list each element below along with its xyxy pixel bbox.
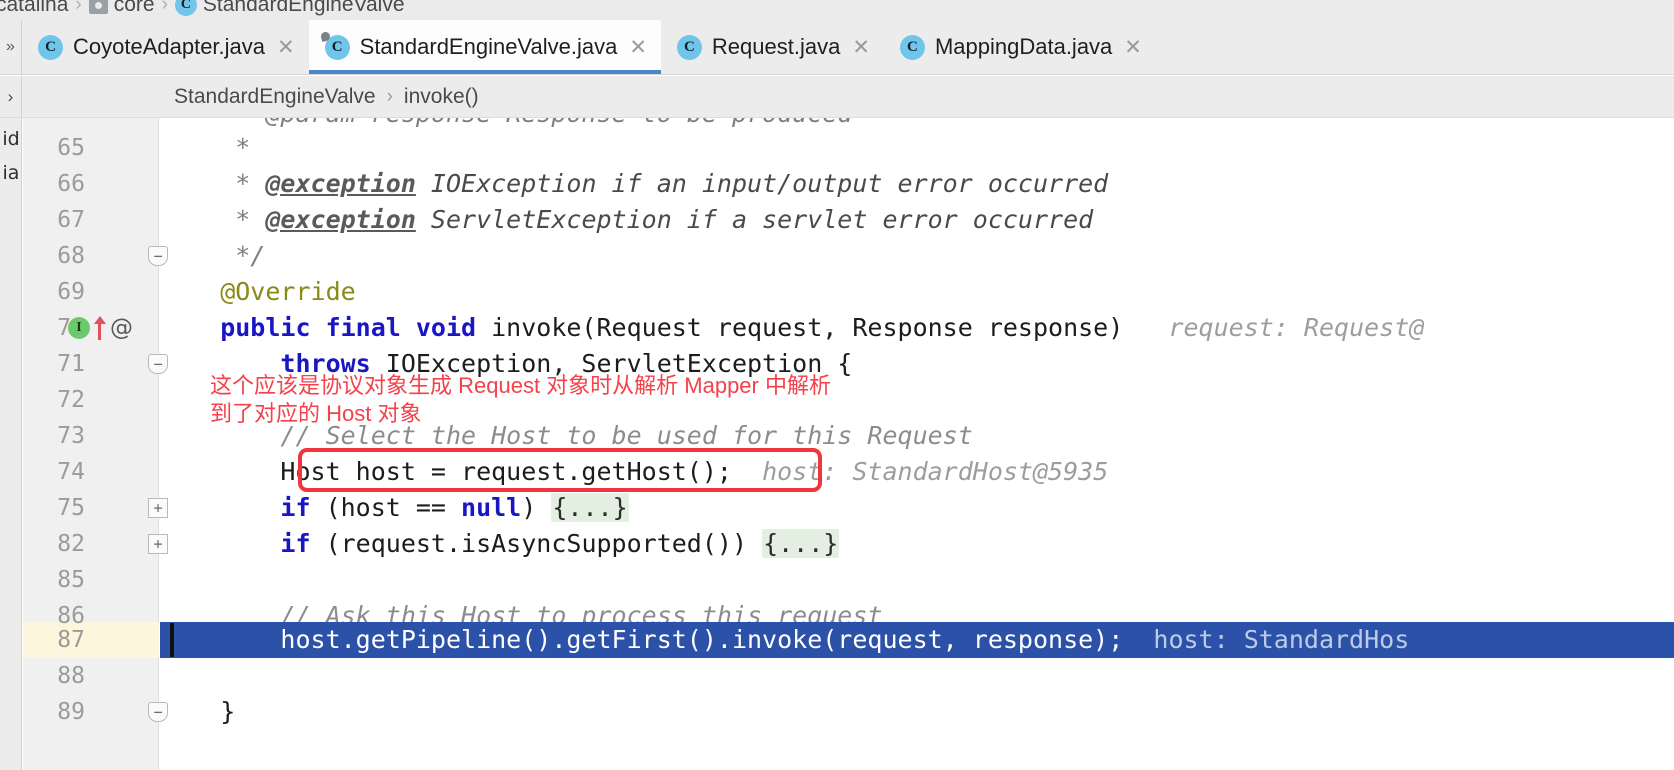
code-text: (request.isAsyncSupported()) [310,529,763,558]
line-number-82: 82 [57,531,85,557]
code-line-70[interactable]: public final void invoke(Request request… [160,310,1424,346]
tab-coyoteadapter-java[interactable]: C CoyoteAdapter.java ✕ [22,20,309,74]
line-number-69: 69 [57,279,85,305]
expand-tool-window-icon[interactable]: › [0,76,22,117]
code-text: IOException if an input/output error occ… [415,169,1109,198]
code-line-66[interactable]: * @exception IOException if an input/out… [160,166,1108,202]
annotation-at-icon[interactable]: @ [110,316,133,340]
line-number-89: 89 [57,699,85,725]
breadcrumb-item-standardenginevalve[interactable]: StandardEngineValve [203,0,405,17]
tab-label: CoyoteAdapter.java [73,34,266,59]
user-annotation-line-1: 这个应该是协议对象生成 Request 对象时从解析 Mapper 中解析 [210,373,831,398]
code-text: host.getPipeline().getFirst().invoke(req… [160,625,1124,654]
inline-debug-hint: host: StandardHos [1153,625,1410,654]
line-number-73: 73 [57,423,85,449]
close-icon[interactable]: ✕ [627,37,647,58]
folder-icon [88,0,108,14]
code-keyword: public final void [160,313,477,342]
tab-mappingdata-java[interactable]: C MappingData.java ✕ [884,20,1156,74]
breadcrumb-item-catalina[interactable]: catalina [0,0,68,17]
code-line-89[interactable]: } [160,694,235,730]
line-number-66: 66 [57,171,85,197]
tool-strip-fragment: id [2,128,20,150]
tab-overflow-button[interactable]: » [0,20,22,74]
class-icon: C [174,0,197,16]
code-text: } [160,697,236,726]
code-text: invoke(Request request, Response respons… [476,313,1124,342]
implementing-method-icon[interactable]: I [68,317,90,339]
code-text: * @param response Response to be produce… [160,118,852,128]
line-number-68: 68 [57,243,85,269]
folded-block-placeholder[interactable]: {...} [762,529,840,558]
code-keyword: if [160,529,311,558]
code-text: Host host = request.getHost(); [160,457,732,486]
code-line-69[interactable]: @Override [160,274,356,310]
class-icon: C [899,34,925,60]
user-annotation-line-2: 到了对应的 Host 对象 [210,401,422,426]
code-line-87[interactable]: host.getPipeline().getFirst().invoke(req… [160,622,1409,658]
code-text: ) [521,493,552,522]
code-text: (host == [310,493,462,522]
tool-strip-fragment: ia [2,162,20,184]
line-number-85: 85 [57,567,85,593]
line-number-71: 71 [57,351,85,377]
tab-label: StandardEngineValve.java [359,34,618,59]
code-line-74[interactable]: Host host = request.getHost(); host: Sta… [160,454,1108,490]
close-icon[interactable]: ✕ [1122,37,1142,58]
tab-standardenginevalve-java[interactable]: C StandardEngineValve.java ✕ [308,20,662,74]
class-icon: C [324,34,350,60]
class-icon: C [38,34,63,60]
folded-block-placeholder[interactable]: {...} [551,493,629,522]
tab-request-java[interactable]: C Request.java ✕ [661,20,884,74]
inline-debug-hint: request: Request@ [1168,313,1425,342]
editor-tab-bar: » C CoyoteAdapter.java ✕ C StandardEngin… [0,20,1674,75]
breadcrumb-class-name[interactable]: StandardEngineValve [174,85,376,109]
code-line-82[interactable]: if (request.isAsyncSupported()) {...} [160,526,840,562]
code-text: @Override [160,277,356,306]
code-line-75[interactable]: if (host == null) {...} [160,490,629,526]
code-line-68[interactable]: */ [160,238,265,274]
code-line-65[interactable]: * [160,130,250,166]
code-editor[interactable]: id ia * @param response Response to be p… [0,118,1674,770]
breadcrumb-separator: › [161,0,168,15]
class-icon: C [676,34,702,60]
close-icon[interactable]: ✕ [275,37,295,58]
line-number-65: 65 [57,135,85,161]
line-number-74: 74 [57,459,85,485]
javadoc-tag: @exception [265,205,416,234]
line-number-67: 67 [57,207,85,233]
line-number-72: 72 [57,387,85,413]
line-number-88: 88 [57,663,85,689]
tab-label: Request.java [711,34,841,59]
left-tool-window-strip[interactable]: id ia [0,118,22,770]
close-icon[interactable]: ✕ [850,37,870,58]
breadcrumb-item-core[interactable]: core [114,0,155,17]
code-text: ServletException if a servlet error occu… [415,205,1094,234]
code-text: * [160,133,251,162]
javadoc-tag: @exception [265,169,416,198]
breadcrumb: catalina › core › C StandardEngineValve [0,0,1674,20]
code-line-64[interactable]: * @param response Response to be produce… [160,118,852,132]
breadcrumb-separator: › [386,85,393,107]
code-keyword: null [461,493,522,522]
code-line-67[interactable]: * @exception ServletException if a servl… [160,202,1093,238]
inline-debug-hint: host: StandardHost@5935 [762,457,1109,486]
tab-label: MappingData.java [934,34,1113,59]
line-number-75: 75 [57,495,85,521]
breadcrumb-method-name[interactable]: invoke() [404,85,479,109]
method-breadcrumb: › StandardEngineValve › invoke() [0,76,1674,118]
overriding-method-arrow-icon[interactable] [93,316,107,340]
code-text: */ [160,241,266,270]
code-keyword: if [160,493,311,522]
breadcrumb-separator: › [75,0,82,15]
line-number-87: 87 [57,627,85,653]
code-text: * [160,205,266,234]
code-text: * [160,169,266,198]
gutter-markers-line-70[interactable]: I @ [68,310,133,346]
